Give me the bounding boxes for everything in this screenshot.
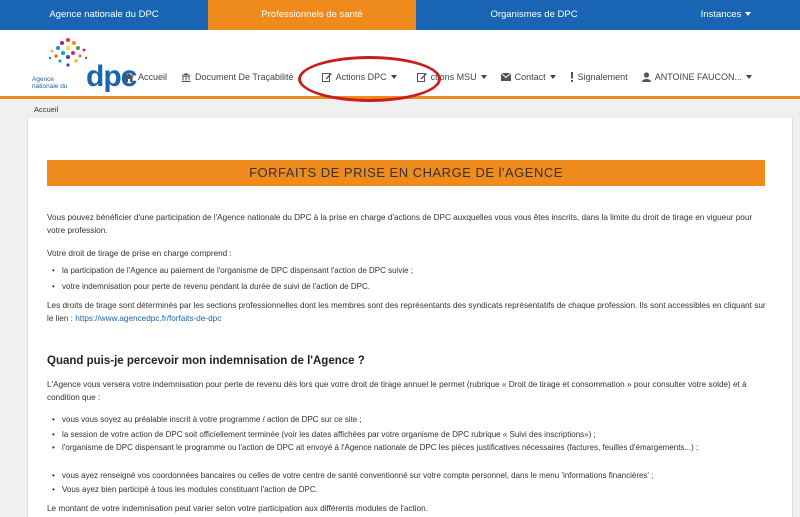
list-item: la participation de l'Agence au paiement…	[52, 265, 762, 276]
list-item: vous vous soyez au préalable inscrit à v…	[52, 414, 762, 425]
institution-icon	[181, 72, 192, 82]
droits-paragraph: Les droits de tirage sont déterminés par…	[47, 299, 767, 325]
nav-user-menu[interactable]: ANTOINE FAUCON...	[641, 72, 753, 82]
nav-user-label: ANTOINE FAUCON...	[654, 72, 743, 82]
top-navigation-bar: Agence nationale du DPC Professionnels d…	[0, 0, 800, 30]
topbar-instances[interactable]: Instances	[652, 0, 800, 30]
topbar-organismes[interactable]: Organismes de DPC	[416, 0, 652, 30]
home-icon	[124, 72, 134, 82]
main-nav: Accueil Document De Traçabilité Actions …	[124, 70, 766, 84]
exclamation-icon	[570, 72, 573, 82]
topbar-organismes-label: Organismes de DPC	[490, 9, 578, 20]
page-title-banner: FORFAITS DE PRISE EN CHARGE DE l'AGENCE	[47, 160, 765, 186]
topbar-instances-label: Instances	[700, 9, 742, 20]
user-icon	[641, 72, 651, 82]
logo-agence-text: Agence nationale du	[32, 76, 68, 90]
envelope-icon	[500, 73, 511, 81]
nav-accueil[interactable]: Accueil	[124, 72, 167, 82]
indemnisation-intro: L'Agence vous versera votre indemnisatio…	[47, 380, 747, 402]
footer-paragraph: Le montant de votre indemnisation peut v…	[47, 504, 428, 513]
nav-document[interactable]: Document De Traçabilité	[181, 72, 294, 82]
intro-paragraph: Vous pouvez bénéficier d'une participati…	[47, 213, 753, 235]
nav-signalement-label: Signalement	[577, 72, 628, 82]
red-highlight-circle	[298, 56, 441, 102]
topbar-agence-label: Agence nationale du DPC	[49, 9, 159, 20]
section-heading: Quand puis-je percevoir mon indemnisatio…	[47, 355, 365, 367]
topbar-agence[interactable]: Agence nationale du DPC	[0, 0, 208, 30]
chevron-down-icon	[480, 75, 487, 79]
nav-accueil-label: Accueil	[138, 72, 168, 82]
forfaits-link[interactable]: https://www.agencedpc.fr/forfaits-de-dpc	[75, 314, 221, 323]
list-item: Vous ayez bien participé à tous les modu…	[52, 484, 762, 495]
topbar-professionnels[interactable]: Professionnels de santé	[208, 0, 416, 30]
breadcrumb[interactable]: Accueil	[34, 105, 58, 114]
chevron-down-icon	[746, 75, 753, 79]
nav-contact-label: Contact	[514, 72, 546, 82]
topbar-professionnels-label: Professionnels de santé	[261, 9, 363, 20]
list-item: la session de votre action de DPC soit o…	[52, 429, 762, 440]
nav-signalement[interactable]: Signalement	[570, 72, 628, 82]
droit-intro: Votre droit de tirage de prise en charge…	[47, 249, 232, 258]
chevron-down-icon	[745, 12, 752, 17]
list-item: vous ayez renseigné vos coordonnées banc…	[52, 470, 762, 481]
nav-contact[interactable]: Contact	[500, 72, 556, 82]
list-item: votre indemnisation pour perte de revenu…	[52, 281, 762, 292]
agence-dpc-logo[interactable]: Agence nationale du dpc	[30, 34, 137, 94]
nav-document-label: Document De Traçabilité	[195, 72, 294, 82]
breadcrumb-accueil[interactable]: Accueil	[34, 105, 58, 114]
list-item: l'organisme de DPC dispensant le program…	[52, 442, 762, 453]
chevron-down-icon	[549, 75, 556, 79]
